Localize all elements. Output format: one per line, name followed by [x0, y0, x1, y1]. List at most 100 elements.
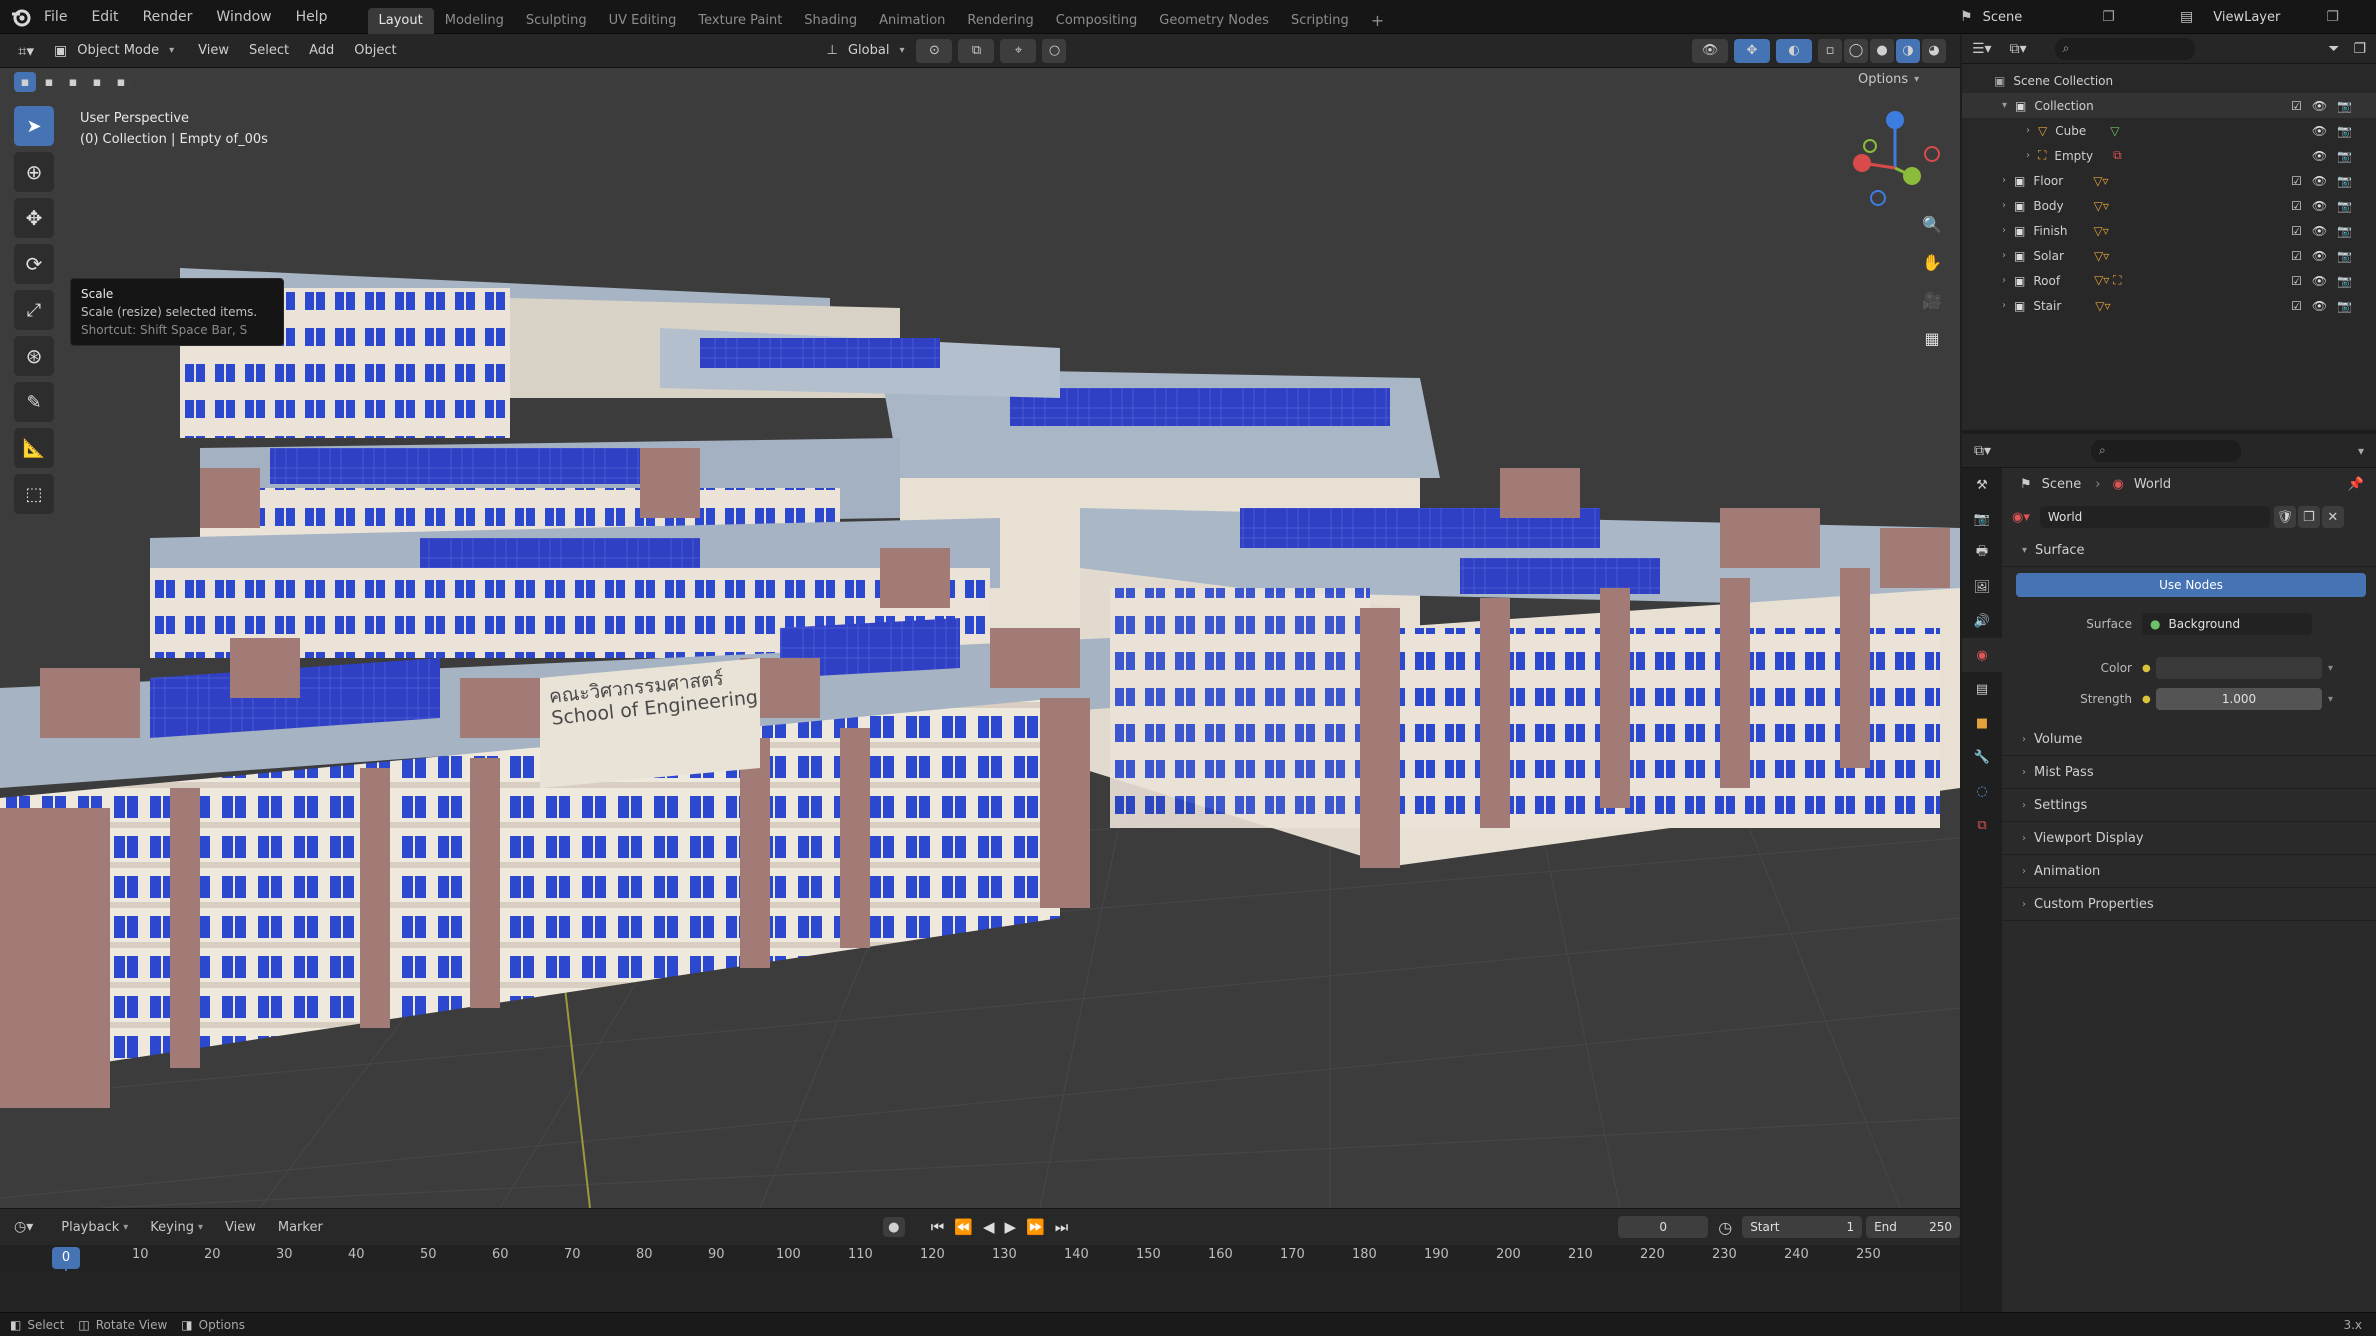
menu-playback[interactable]: Playback — [61, 1220, 119, 1235]
tab-render-icon[interactable]: 📷 — [1962, 502, 2002, 536]
menu-file[interactable]: File — [32, 0, 79, 34]
tab-tool-icon[interactable]: ⚒ — [1962, 468, 2002, 502]
row-toggle-icons[interactable]: ☑👁📷 — [2291, 199, 2362, 213]
editor-type-icon[interactable]: ⌗▾ — [0, 42, 44, 60]
select-new-icon[interactable]: ▪ — [14, 72, 36, 92]
tab-texture-paint[interactable]: Texture Paint — [687, 8, 793, 34]
tab-view-layer-icon[interactable]: 🖼 — [1962, 570, 2002, 604]
jump-start-icon[interactable]: ⏮ — [931, 1218, 955, 1236]
chevron-down-icon[interactable]: ▾ — [2328, 663, 2333, 674]
row-toggle-icons[interactable]: ☑👁📷 — [2291, 99, 2362, 113]
tree-row-collection[interactable]: ▾ ▣ Collection ☑👁📷 — [1962, 93, 2376, 118]
select-invert-icon[interactable]: ▪ — [86, 72, 108, 92]
mode-selector[interactable]: ▣ Object Mode ▾ — [54, 43, 174, 59]
proportional-edit-button[interactable]: ○ — [1042, 38, 1067, 63]
tree-row-finish[interactable]: › ▣ Finish ▽▿ ☑👁📷 — [1962, 218, 2376, 243]
chevron-right-icon[interactable]: › — [2002, 225, 2006, 236]
tab-geometry-nodes[interactable]: Geometry Nodes — [1148, 8, 1280, 34]
tab-constraints-icon[interactable]: ⧉ — [1962, 808, 2002, 842]
tree-row-roof[interactable]: › ▣ Roof ▽▿ ⛶ ☑👁📷 — [1962, 268, 2376, 293]
menu-keying[interactable]: Keying — [150, 1220, 194, 1235]
menu-render[interactable]: Render — [131, 0, 205, 34]
tab-output-icon[interactable]: 🖶 — [1962, 536, 2002, 570]
menu-object[interactable]: Object — [344, 43, 406, 58]
material-shading-button[interactable]: ◑ — [1896, 38, 1920, 63]
select-extend-icon[interactable]: ▪ — [38, 72, 60, 92]
rendered-shading-button[interactable]: ◕ — [1922, 38, 1946, 63]
use-nodes-button[interactable]: Use Nodes — [2016, 573, 2366, 597]
tree-row-cube[interactable]: › ▽ Cube ▽ 👁📷 — [1962, 118, 2376, 143]
new-collection-icon[interactable]: ❐ — [2353, 41, 2366, 57]
menu-help[interactable]: Help — [284, 0, 340, 34]
tree-row-body[interactable]: › ▣ Body ▽▿ ☑👁📷 — [1962, 193, 2376, 218]
chevron-right-icon[interactable]: › — [2002, 275, 2006, 286]
row-toggle-icons[interactable]: ☑👁📷 — [2291, 274, 2362, 288]
surface-shader-field[interactable]: ● Background — [2142, 613, 2312, 635]
keyframe-dot-icon[interactable]: ● — [2142, 694, 2156, 705]
pivot-point-button[interactable]: ⊙ — [916, 38, 953, 63]
frame-ruler[interactable]: 0 10 20 30 40 50 60 70 80 90 100 110 120… — [0, 1245, 1960, 1271]
fake-user-button[interactable]: 🛡 — [2273, 506, 2296, 528]
move-tool[interactable]: ✥ — [14, 198, 54, 238]
surface-section-header[interactable]: ▾ Surface — [2002, 534, 2376, 567]
properties-editor-icon[interactable]: ⧉▾ — [1974, 443, 1991, 459]
outliner-search-input[interactable]: ⌕ — [2054, 37, 2195, 60]
select-intersect-icon[interactable]: ▪ — [110, 72, 132, 92]
cursor-tool[interactable]: ⊕ — [14, 152, 54, 192]
tab-layout[interactable]: Layout — [367, 7, 434, 34]
unlink-world-button[interactable]: ✕ — [2321, 506, 2344, 528]
chevron-down-icon[interactable]: ▾ — [2358, 444, 2364, 458]
jump-end-icon[interactable]: ⏭ — [1055, 1218, 1079, 1236]
snap-button[interactable]: ⧉ — [958, 38, 995, 63]
options-dropdown[interactable]: Options ▾ — [1858, 72, 1919, 87]
tab-uv-editing[interactable]: UV Editing — [598, 8, 688, 34]
wireframe-shading-button[interactable]: ◯ — [1844, 38, 1868, 63]
filter-icon[interactable]: ⏷ — [2328, 41, 2339, 57]
properties-search-input[interactable]: ⌕ — [2091, 439, 2242, 462]
select-subtract-icon[interactable]: ▪ — [62, 72, 84, 92]
tree-row-stair[interactable]: › ▣ Stair ▽▿ ☑👁📷 — [1962, 293, 2376, 318]
tree-row-empty[interactable]: › ⛶ Empty ⧉ 👁📷 — [1962, 143, 2376, 168]
solid-shading-button[interactable]: ● — [1870, 38, 1894, 63]
tab-world-icon[interactable]: ◉ — [1962, 638, 2002, 672]
row-toggle-icons[interactable]: ☑👁📷 — [2291, 174, 2362, 188]
scene-selector[interactable]: ⚑ Scene ❐ — [1960, 0, 2115, 34]
menu-add[interactable]: Add — [299, 43, 344, 58]
tab-sculpting[interactable]: Sculpting — [515, 8, 598, 34]
transform-tool[interactable]: ⊛ — [14, 336, 54, 376]
row-toggle-icons[interactable]: ☑👁📷 — [2291, 224, 2362, 238]
menu-view[interactable]: View — [188, 43, 239, 58]
auto-keying-button[interactable]: ● — [882, 1217, 905, 1237]
chevron-right-icon[interactable]: › — [2026, 125, 2030, 136]
menu-edit[interactable]: Edit — [79, 0, 130, 34]
row-toggle-icons[interactable]: 👁📷 — [2312, 124, 2362, 138]
world-color-swatch[interactable] — [2156, 657, 2322, 679]
current-frame-field[interactable]: 0 — [1618, 1216, 1709, 1238]
chevron-down-icon[interactable]: ▾ — [2002, 100, 2007, 111]
menu-view[interactable]: View — [225, 1220, 256, 1235]
tab-physics-icon[interactable]: ◌ — [1962, 774, 2002, 808]
snap-target-button[interactable]: ⌖ — [1000, 38, 1037, 63]
annotate-tool[interactable]: ✎ — [14, 382, 54, 422]
tree-row-solar[interactable]: › ▣ Solar ▽▿ ☑👁📷 — [1962, 243, 2376, 268]
chevron-right-icon[interactable]: › — [2026, 150, 2030, 161]
tab-rendering[interactable]: Rendering — [956, 8, 1044, 34]
menu-select[interactable]: Select — [239, 43, 299, 58]
tab-scene-icon[interactable]: 🔊 — [1962, 604, 2002, 638]
tab-object-icon[interactable]: ■ — [1962, 706, 2002, 740]
overlay-toggle-button[interactable]: ◐ — [1776, 38, 1812, 63]
viewlayer-new-icon[interactable]: ❐ — [2326, 9, 2339, 25]
settings-section-header[interactable]: › Settings — [2002, 789, 2376, 822]
gizmo-toggle-button[interactable]: ✥ — [1734, 38, 1770, 63]
end-frame-field[interactable]: End 250 — [1866, 1216, 1961, 1238]
add-cube-tool[interactable]: ⬚ — [14, 474, 54, 514]
pin-icon[interactable]: 📌 — [2348, 477, 2364, 492]
add-workspace-button[interactable]: + — [1360, 8, 1395, 34]
timeline-editor-icon[interactable]: ◷▾ — [14, 1219, 33, 1235]
outliner-editor-icon[interactable]: ☰▾ — [1972, 41, 1992, 57]
transform-orientation[interactable]: ⊥ Global ▾ — [827, 43, 905, 58]
row-toggle-icons[interactable]: 👁📷 — [2312, 149, 2362, 163]
world-name-field[interactable]: World — [2039, 506, 2270, 528]
volume-section-header[interactable]: › Volume — [2002, 723, 2376, 756]
keyframe-area[interactable] — [0, 1271, 1960, 1313]
